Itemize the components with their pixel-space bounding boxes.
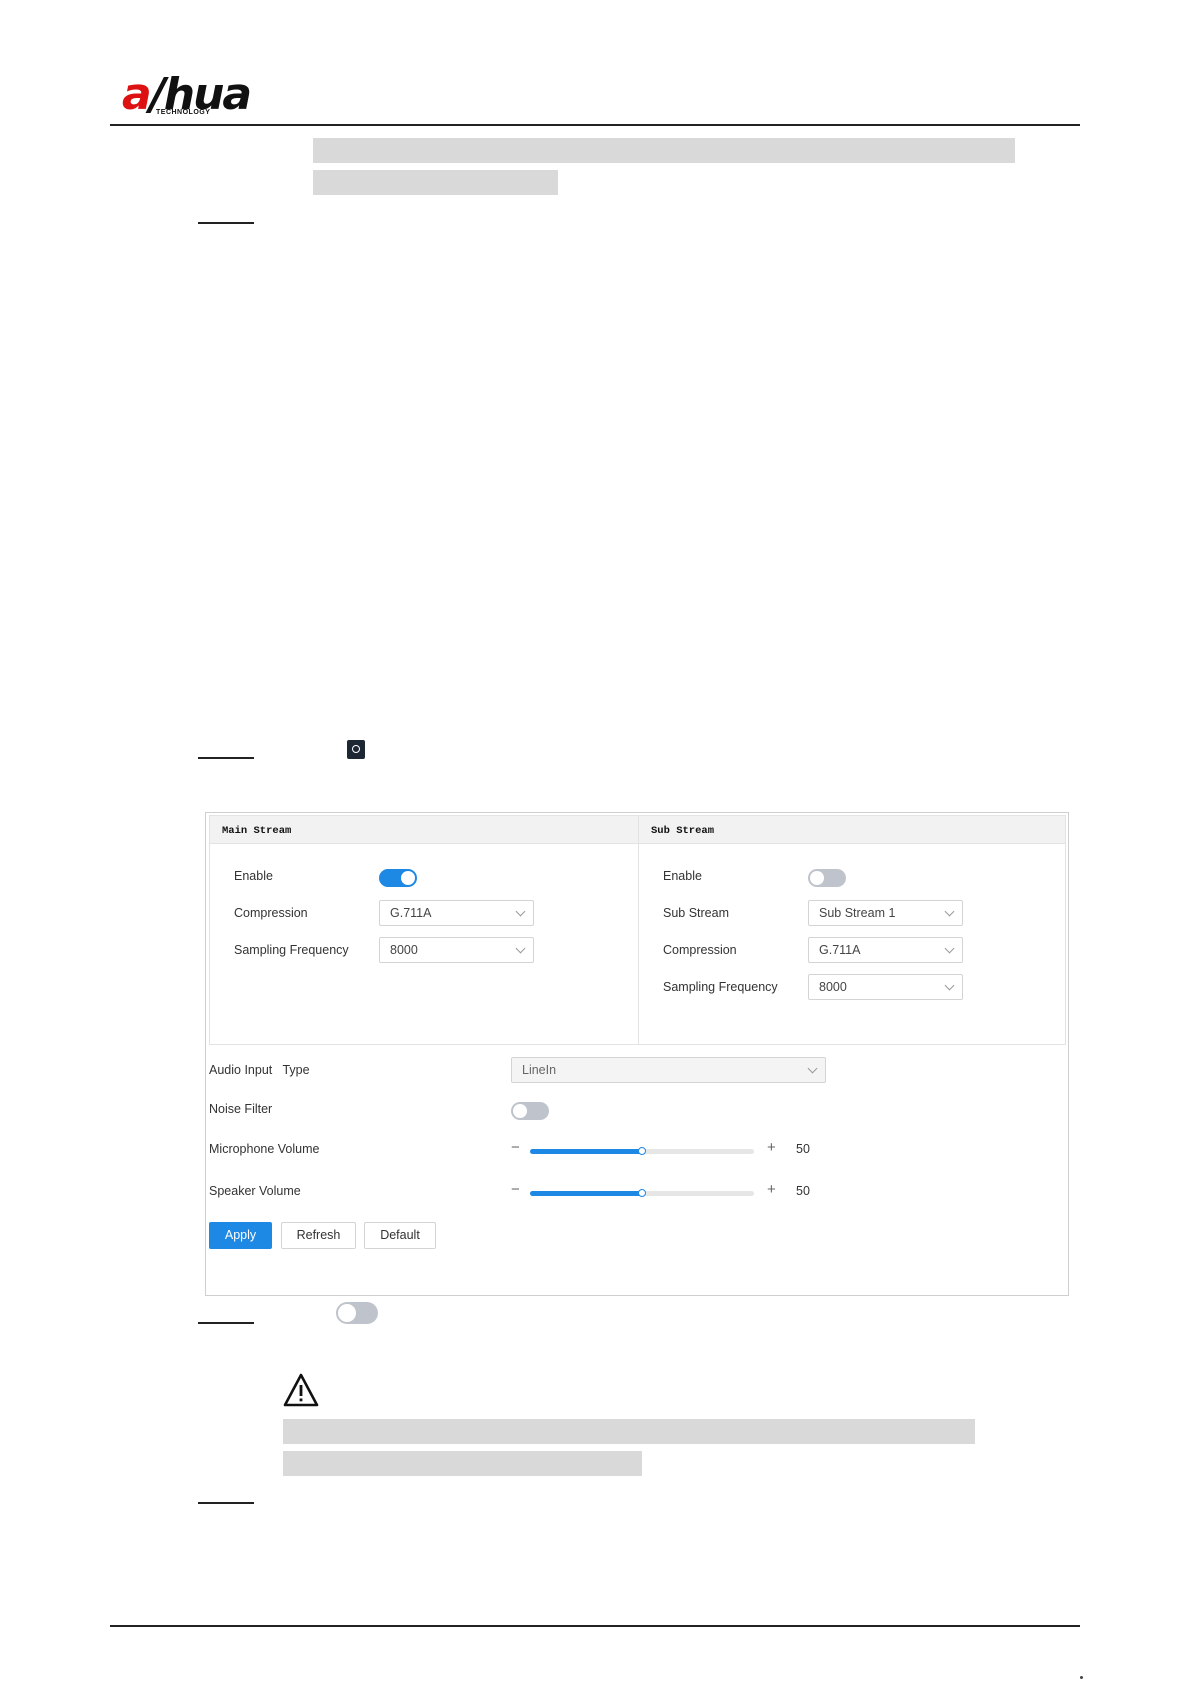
chevron-down-icon (944, 906, 955, 917)
logo-subtitle: TECHNOLOGY (156, 109, 211, 116)
page-mark (1080, 1676, 1083, 1679)
audio-input-type-value: LineIn (522, 1063, 557, 1077)
step-marker (198, 1322, 254, 1324)
redacted-text (313, 170, 558, 195)
main-sampling-value: 8000 (390, 943, 418, 957)
mic-volume-value: 50 (796, 1142, 810, 1156)
sub-compression-value: G.711A (819, 943, 861, 957)
sub-stream-title: Sub Stream (639, 816, 1065, 844)
sub-enable-label: Enable (663, 869, 702, 883)
chevron-down-icon (944, 943, 955, 954)
microphone-volume-label: Microphone Volume (209, 1142, 320, 1156)
chevron-down-icon (515, 943, 526, 954)
sub-sampling-value: 8000 (819, 980, 847, 994)
mic-volume-slider[interactable] (530, 1147, 754, 1155)
audio-input-type-label: Audio Input Type (209, 1063, 310, 1077)
speaker-volume-fill (530, 1191, 642, 1196)
noise-filter-label: Noise Filter (209, 1102, 273, 1116)
dahua-logo: a/hua TECHNOLOGY (122, 72, 262, 118)
mic-plus-icon[interactable]: + (767, 1139, 776, 1156)
main-enable-toggle[interactable] (379, 869, 417, 887)
warning-icon (283, 1373, 319, 1407)
main-compression-select[interactable]: G.711A (379, 900, 534, 926)
step-marker (198, 1502, 254, 1504)
toggle-off-icon (336, 1302, 378, 1324)
main-compression-label: Compression (234, 906, 308, 920)
sub-stream-value: Sub Stream 1 (819, 906, 896, 920)
speaker-volume-slider[interactable] (530, 1189, 754, 1197)
step-marker (198, 222, 254, 224)
main-compression-value: G.711A (390, 906, 432, 920)
main-stream-box: Main Stream Enable Compression G.711A Sa… (209, 815, 639, 1045)
mic-minus-icon[interactable]: − (511, 1139, 520, 1156)
mic-volume-fill (530, 1149, 642, 1154)
speaker-volume-label: Speaker Volume (209, 1184, 301, 1198)
chevron-down-icon (515, 906, 526, 917)
speaker-volume-value: 50 (796, 1184, 810, 1198)
apply-button[interactable]: Apply (209, 1222, 272, 1249)
main-sampling-label: Sampling Frequency (234, 943, 349, 957)
main-enable-label: Enable (234, 869, 273, 883)
mic-volume-thumb[interactable] (638, 1147, 646, 1155)
default-button[interactable]: Default (364, 1222, 436, 1249)
sub-stream-label: Sub Stream (663, 906, 730, 920)
sub-sampling-select[interactable]: 8000 (808, 974, 963, 1000)
speaker-volume-thumb[interactable] (638, 1189, 646, 1197)
sub-stream-box: Sub Stream Enable Sub Stream Sub Stream … (638, 815, 1066, 1045)
main-sampling-select[interactable]: 8000 (379, 937, 534, 963)
redacted-text (283, 1419, 975, 1444)
chevron-down-icon (944, 980, 955, 991)
step-marker (198, 757, 254, 759)
header-rule (110, 124, 1080, 126)
sub-sampling-label: Sampling Frequency (663, 980, 778, 994)
redacted-text (283, 1451, 642, 1476)
redacted-text (313, 138, 1015, 163)
sub-compression-select[interactable]: G.711A (808, 937, 963, 963)
sub-compression-label: Compression (663, 943, 737, 957)
noise-filter-toggle[interactable] (511, 1102, 549, 1120)
speaker-plus-icon[interactable]: + (767, 1181, 776, 1198)
main-stream-title: Main Stream (210, 816, 638, 844)
speaker-minus-icon[interactable]: − (511, 1181, 520, 1198)
refresh-button[interactable]: Refresh (281, 1222, 356, 1249)
sub-enable-toggle[interactable] (808, 869, 846, 887)
audio-input-type-select[interactable]: LineIn (511, 1057, 826, 1083)
gear-icon (347, 740, 365, 759)
chevron-down-icon (807, 1063, 818, 1074)
footer-rule (110, 1625, 1080, 1627)
sub-stream-select[interactable]: Sub Stream 1 (808, 900, 963, 926)
